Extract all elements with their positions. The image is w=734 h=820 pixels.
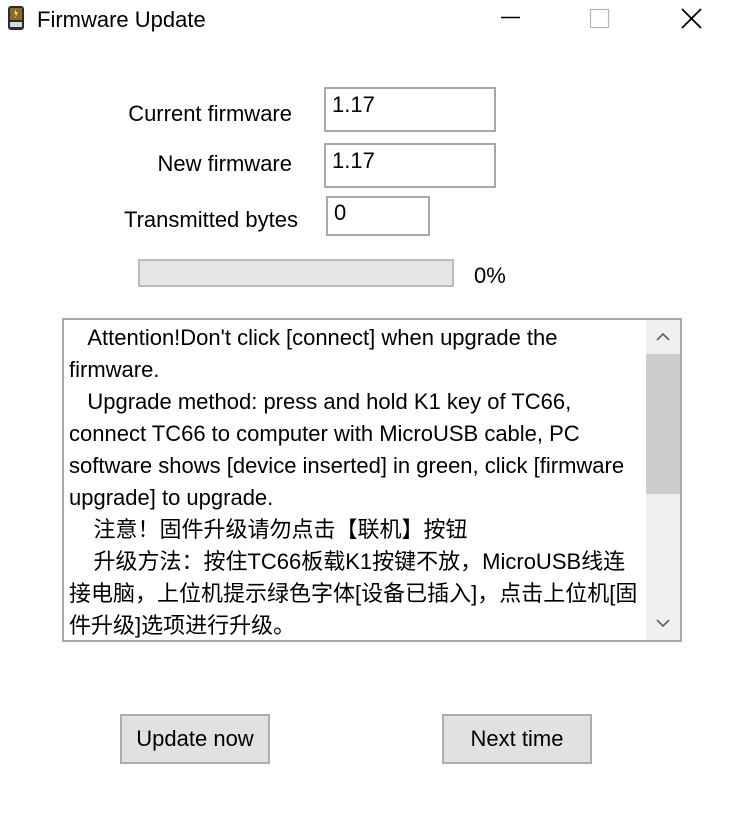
vertical-scrollbar[interactable] (646, 320, 680, 640)
scroll-thumb[interactable] (646, 354, 680, 494)
progress-bar (138, 259, 454, 287)
update-now-button[interactable]: Update now (120, 714, 270, 764)
transmitted-bytes-field[interactable]: 0 (326, 196, 430, 236)
title-bar: Firmware Update (0, 0, 734, 40)
new-firmware-field[interactable]: 1.17 (324, 143, 496, 188)
next-time-button[interactable]: Next time (442, 714, 592, 764)
minimize-icon (501, 16, 520, 19)
chevron-up-icon (656, 332, 670, 341)
scroll-up-button[interactable] (646, 320, 680, 354)
instructions-textbox[interactable]: Attention!Don't click [connect] when upg… (62, 318, 682, 642)
maximize-button[interactable] (576, 0, 622, 40)
chevron-down-icon (656, 619, 670, 628)
close-icon (681, 8, 702, 29)
transmitted-bytes-label: Transmitted bytes (123, 207, 298, 232)
new-firmware-label: New firmware (157, 151, 292, 176)
current-firmware-label: Current firmware (128, 101, 292, 126)
minimize-button[interactable] (487, 0, 533, 40)
current-firmware-field[interactable]: 1.17 (324, 87, 496, 132)
app-icon (8, 6, 24, 30)
window-title: Firmware Update (37, 7, 206, 32)
scroll-down-button[interactable] (646, 606, 680, 640)
progress-percent: 0% (474, 263, 506, 288)
close-button[interactable] (668, 0, 714, 40)
instructions-text: Attention!Don't click [connect] when upg… (69, 325, 638, 638)
maximize-icon (589, 8, 610, 29)
